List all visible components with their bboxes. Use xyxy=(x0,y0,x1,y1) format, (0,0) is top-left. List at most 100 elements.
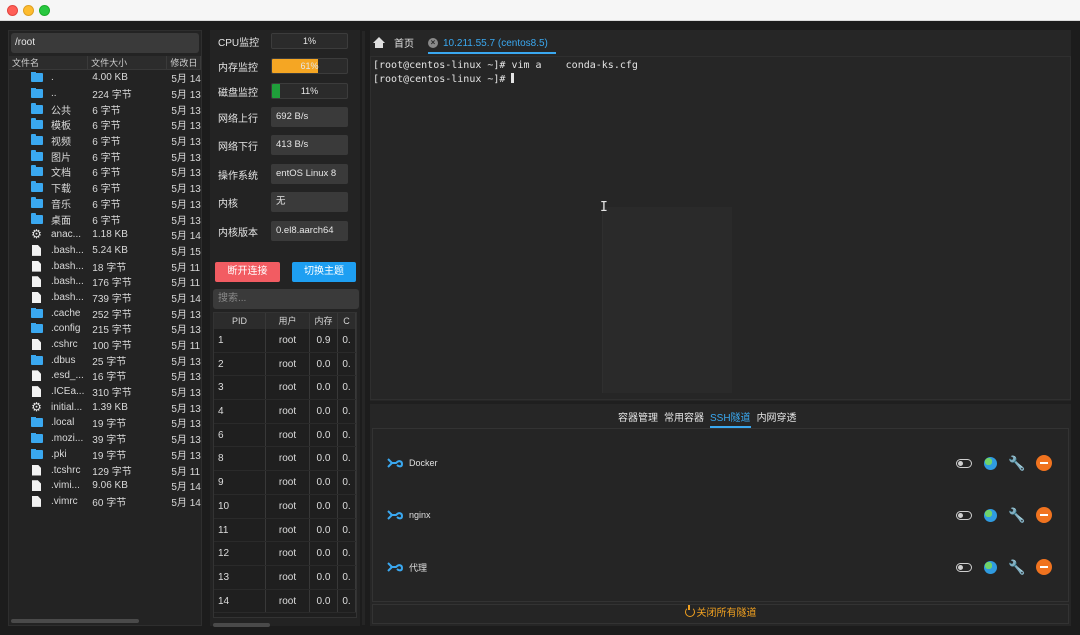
file-row[interactable]: .ICEa... 310 字节 5月 13 xyxy=(9,384,201,400)
file-icon xyxy=(32,291,41,303)
tab-ssh-tunnel[interactable]: SSH隧道 xyxy=(710,409,751,428)
file-row[interactable]: 桌面 6 字节 5月 13 xyxy=(9,211,201,227)
minimize-window-button[interactable] xyxy=(23,5,34,16)
file-row[interactable]: .vimi... 9.06 KB 5月 14 xyxy=(9,478,201,494)
tool-tabs: 容器管理 常用容器 SSH隧道 内网穿透 xyxy=(618,409,803,428)
process-row[interactable]: 9 root 0.0 0. xyxy=(214,471,356,495)
close-window-button[interactable] xyxy=(7,5,18,16)
close-all-tunnels-button[interactable]: 关闭所有隧道 xyxy=(372,604,1069,624)
file-size: 1.39 KB xyxy=(92,401,128,413)
file-row[interactable]: .local 19 字节 5月 13 xyxy=(9,415,201,431)
column-header-date[interactable]: 修改日 xyxy=(167,56,202,69)
file-row[interactable]: . 4.00 KB 5月 14 xyxy=(9,70,201,86)
file-row[interactable]: .vimrc 60 字节 5月 14 xyxy=(9,494,201,510)
terminal[interactable]: [root@centos-linux ~]# vim a conda-ks.cf… xyxy=(370,56,1071,400)
file-row[interactable]: 下载 6 字节 5月 13 xyxy=(9,180,201,196)
process-row[interactable]: 12 root 0.0 0. xyxy=(214,542,356,566)
folder-icon xyxy=(31,102,43,114)
column-header-pid[interactable]: PID xyxy=(214,313,266,329)
file-list-scrollbar[interactable] xyxy=(11,619,139,623)
column-header-size[interactable]: 文件大小 xyxy=(88,56,168,69)
process-memory: 0.0 xyxy=(310,518,338,542)
file-row[interactable]: .cache 252 字节 5月 13 xyxy=(9,305,201,321)
column-header-name[interactable]: 文件名 xyxy=(9,56,89,69)
system-monitor: CPU监控 1% 内存监控 61% 磁盘监控 11% 网络上行 692 B/s xyxy=(210,30,360,627)
remove-tunnel-button[interactable] xyxy=(1036,507,1052,523)
file-date: 5月 14 xyxy=(171,482,201,494)
file-row[interactable]: .bash... 739 字节 5月 14 xyxy=(9,290,201,306)
file-row[interactable]: .mozi... 39 字节 5月 13 xyxy=(9,431,201,447)
file-row[interactable]: 视频 6 字节 5月 13 xyxy=(9,133,201,149)
tab-intranet-penetration[interactable]: 内网穿透 xyxy=(757,409,797,428)
file-row[interactable]: .. 224 字节 5月 13 xyxy=(9,86,201,102)
file-row[interactable]: .config 215 字节 5月 13 xyxy=(9,321,201,337)
folder-icon xyxy=(31,118,43,130)
globe-icon[interactable] xyxy=(984,508,997,522)
file-row[interactable]: .bash... 176 字节 5月 11 xyxy=(9,274,201,290)
file-row[interactable]: .tcshrc 129 字节 5月 11 xyxy=(9,462,201,478)
process-table-scrollbar[interactable] xyxy=(213,623,270,627)
column-header-user[interactable]: 用户 xyxy=(266,313,310,329)
globe-icon[interactable] xyxy=(984,560,997,574)
tab-ssh-session[interactable]: × 10.211.55.7 (centos8.5) xyxy=(428,34,556,54)
tab-container-management[interactable]: 容器管理 xyxy=(618,409,658,428)
process-row[interactable]: 14 root 0.0 0. xyxy=(214,589,356,614)
file-row[interactable]: .cshrc 100 字节 5月 11 xyxy=(9,337,201,353)
wrench-icon[interactable]: 🔧 xyxy=(1008,507,1025,523)
process-row[interactable]: 4 root 0.0 0. xyxy=(214,400,356,424)
tab-home[interactable]: 首页 xyxy=(373,35,414,50)
column-header-cpu[interactable]: C xyxy=(338,313,356,329)
remove-tunnel-button[interactable] xyxy=(1036,455,1052,471)
disconnect-button[interactable]: 断开连接 xyxy=(215,262,280,282)
remove-tunnel-button[interactable] xyxy=(1036,559,1052,575)
file-name-cell: .bash... xyxy=(9,291,88,303)
terminal-splitter[interactable] xyxy=(370,401,1071,404)
column-header-memory[interactable]: 内存 xyxy=(310,313,338,329)
file-row[interactable]: 公共 6 字节 5月 13 xyxy=(9,101,201,117)
close-icon[interactable]: × xyxy=(428,38,438,48)
process-row[interactable]: 3 root 0.0 0. xyxy=(214,376,356,401)
panel-splitter[interactable] xyxy=(362,31,365,625)
close-all-label: 关闭所有隧道 xyxy=(696,608,757,619)
file-row[interactable]: .esd_... 16 字节 5月 13 xyxy=(9,368,201,384)
file-icon xyxy=(32,260,41,272)
globe-icon[interactable] xyxy=(984,456,997,470)
file-row[interactable]: ⚙ initial... 1.39 KB 5月 13 xyxy=(9,399,201,415)
tab-common-containers[interactable]: 常用容器 xyxy=(664,409,704,428)
file-row[interactable]: 模板 6 字节 5月 13 xyxy=(9,117,201,133)
disk-monitor: 磁盘监控 11% xyxy=(218,82,348,100)
process-row[interactable]: 8 root 0.0 0. xyxy=(214,447,356,472)
process-row[interactable]: 10 root 0.0 0. xyxy=(214,494,356,519)
wrench-icon[interactable]: 🔧 xyxy=(1008,559,1025,575)
tunnel-toggle[interactable] xyxy=(956,510,972,520)
process-search-input[interactable]: 搜索... xyxy=(213,289,359,309)
process-row[interactable]: 1 root 0.9 0. xyxy=(214,329,356,353)
file-date: 5月 13 xyxy=(171,388,201,400)
process-row[interactable]: 13 root 0.0 0. xyxy=(214,565,356,590)
folder-icon xyxy=(31,354,43,365)
file-row[interactable]: 文档 6 字节 5月 13 xyxy=(9,164,201,180)
path-input[interactable]: /root xyxy=(11,33,199,53)
file-icon xyxy=(32,464,41,476)
switch-theme-button[interactable]: 切换主题 xyxy=(292,262,356,282)
file-row[interactable]: ⚙ anac... 1.18 KB 5月 14 xyxy=(9,227,201,243)
file-row[interactable]: 图片 6 字节 5月 13 xyxy=(9,148,201,164)
process-row[interactable]: 11 root 0.0 0. xyxy=(214,518,356,543)
process-cpu: 0. xyxy=(338,400,356,423)
file-name: 图片 xyxy=(51,152,71,164)
wrench-icon[interactable]: 🔧 xyxy=(1008,455,1025,471)
file-size: 739 字节 xyxy=(92,293,132,305)
tunnel-toggle[interactable] xyxy=(956,562,972,572)
tunnel-toggle[interactable] xyxy=(956,458,972,468)
process-row[interactable]: 2 root 0.0 0. xyxy=(214,352,356,377)
process-row[interactable]: 6 root 0.0 0. xyxy=(214,423,356,448)
file-row[interactable]: .bash... 18 字节 5月 11 xyxy=(9,258,201,274)
file-row[interactable]: 音乐 6 字节 5月 13 xyxy=(9,196,201,212)
zoom-window-button[interactable] xyxy=(39,5,50,16)
file-row[interactable]: .pki 19 字节 5月 13 xyxy=(9,447,201,463)
file-row[interactable]: .dbus 25 字节 5月 13 xyxy=(9,352,201,368)
file-name-cell: .cshrc xyxy=(9,339,88,351)
tunnel-name: Docker xyxy=(409,458,438,468)
folder-icon xyxy=(31,307,43,318)
file-row[interactable]: .bash... 5.24 KB 5月 15 xyxy=(9,243,201,259)
